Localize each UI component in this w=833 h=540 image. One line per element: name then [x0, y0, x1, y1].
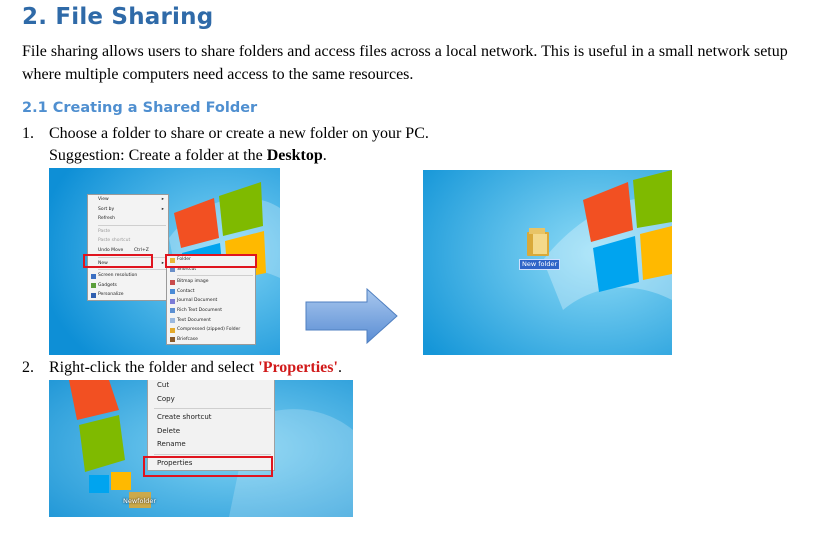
personalize-icon [91, 292, 96, 298]
briefcase-icon [170, 337, 175, 343]
submenu-item-briefcase[interactable]: Briefcase [167, 335, 255, 345]
menu-item-paste-shortcut[interactable]: Paste shortcut [88, 236, 168, 246]
step-2-number: 2. [22, 359, 34, 376]
desktop-context-menu: View ▸ Sort by ▸ Refresh Paste Paste short… [87, 194, 169, 301]
folder-icon [527, 228, 549, 256]
new-folder-label[interactable]: New folder [519, 259, 561, 270]
submenu-item-text[interactable]: Text Document [167, 316, 255, 326]
step-1-text: Choose a folder to share or create a new… [49, 125, 429, 142]
submenu-item-bitmap[interactable]: Bitmap image [167, 277, 255, 287]
step-2-period: . [337, 359, 342, 376]
suggestion-bold: Desktop [266, 147, 323, 164]
menu-item-create-shortcut[interactable]: Create shortcut [148, 411, 274, 425]
submenu-item-contact[interactable]: Contact [167, 287, 255, 297]
menu-item-refresh[interactable]: Refresh [88, 214, 168, 224]
journal-icon [170, 298, 175, 304]
menu-separator [177, 275, 253, 277]
submenu-item-journal[interactable]: Journal Document [167, 296, 255, 306]
step-2: 2. Right-click the folder and select 'Pro… [22, 357, 342, 379]
suggestion-text: Suggestion: Create a folder at the [49, 147, 267, 164]
menu-separator [98, 269, 166, 271]
section-heading: 2. File Sharing [22, 4, 214, 30]
zip-folder-icon [170, 327, 175, 333]
menu-item-delete[interactable]: Delete [148, 425, 274, 439]
menu-item-sort-by[interactable]: Sort by ▸ [88, 205, 168, 215]
bitmap-icon [170, 279, 175, 285]
step-1-number: 1. [22, 125, 34, 142]
contact-icon [170, 289, 175, 295]
screenshot-desktop-menu: View ▸ Sort by ▸ Refresh Paste Paste short… [49, 168, 280, 355]
menu-item-copy[interactable]: Copy [148, 393, 274, 407]
monitor-icon [91, 273, 96, 279]
menu-item-gadgets[interactable]: Gadgets [88, 281, 168, 291]
highlight-box-properties [143, 456, 273, 477]
highlight-box-new [83, 254, 153, 268]
properties-highlight: 'Properties' [258, 359, 338, 376]
menu-item-screen-resolution[interactable]: Screen resolution [88, 271, 168, 281]
menu-separator [154, 408, 271, 409]
right-arrow-icon [305, 288, 398, 344]
screenshot-folder-menu: Cut Copy Create shortcut Delete Rename P… [49, 380, 353, 517]
intro-paragraph: File sharing allows users to share folde… [22, 43, 788, 83]
step-1-suggestion: Suggestion: Create a folder at the Deskt… [49, 145, 327, 167]
submenu-item-zip[interactable]: Compressed (zipped) Folder [167, 325, 255, 335]
rich-text-icon [170, 308, 175, 314]
step-2-text: Right-click the folder and select [49, 359, 259, 376]
gadgets-icon [91, 283, 96, 289]
menu-item-personalize[interactable]: Personalize [88, 290, 168, 300]
menu-separator [154, 453, 271, 455]
text-document-icon [170, 318, 175, 324]
step-1: 1. Choose a folder to share or create a n… [22, 123, 429, 145]
highlight-box-folder [165, 254, 257, 268]
menu-separator [98, 224, 166, 226]
screenshot-new-folder: New folder [423, 170, 672, 355]
submenu-item-rich-text[interactable]: Rich Text Document [167, 306, 255, 316]
menu-item-rename[interactable]: Rename [148, 438, 274, 452]
folder-label[interactable]: Newfolder [123, 497, 156, 505]
menu-item-paste[interactable]: Paste [88, 227, 168, 237]
menu-item-view[interactable]: View ▸ [88, 195, 168, 205]
menu-item-cut[interactable]: Cut [148, 380, 274, 393]
subsection-heading: 2.1 Creating a Shared Folder [22, 100, 258, 116]
suggestion-period: . [322, 147, 327, 164]
